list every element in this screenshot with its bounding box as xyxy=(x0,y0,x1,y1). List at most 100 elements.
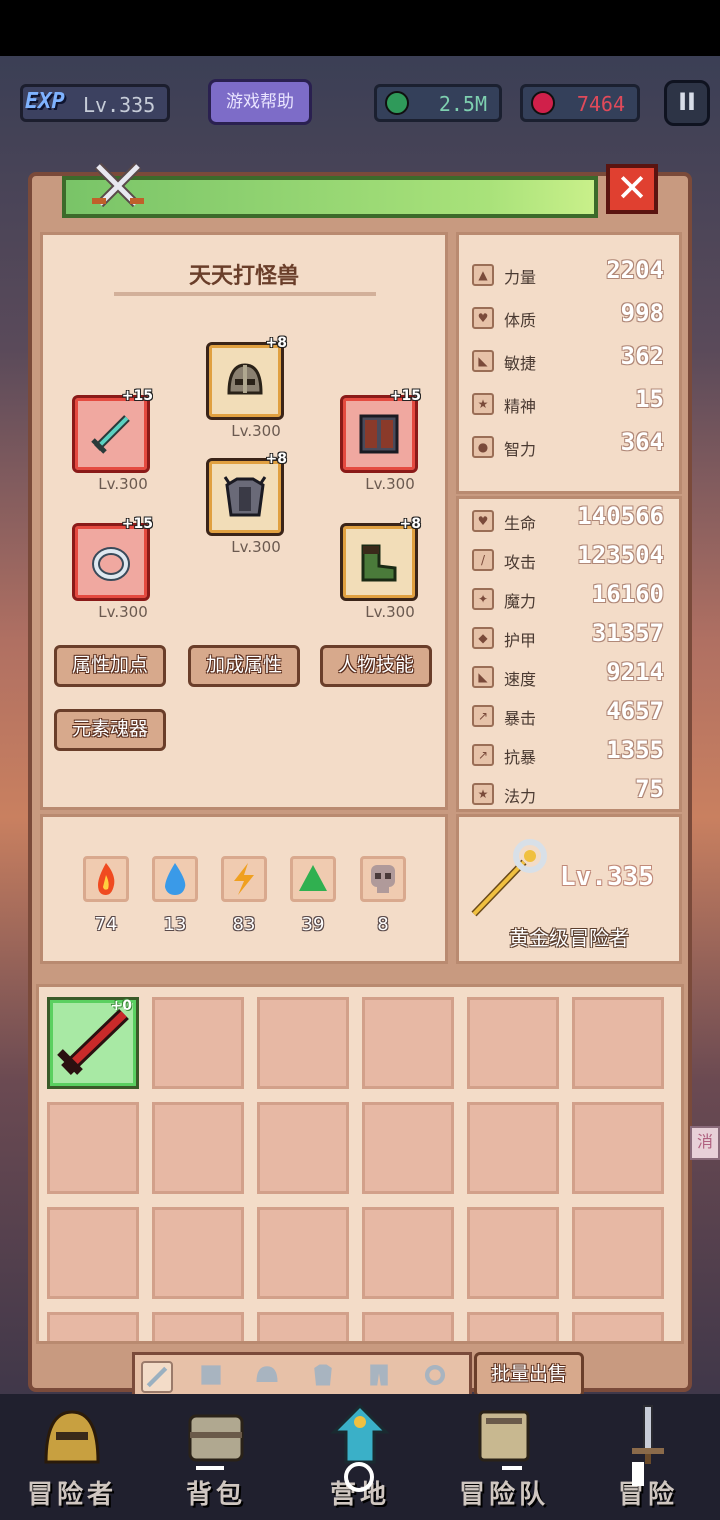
attr-row: ◣ 敏捷 362 xyxy=(472,342,664,376)
inventory-slot[interactable] xyxy=(362,1102,454,1194)
water-element[interactable] xyxy=(152,856,198,902)
tab-helmets[interactable] xyxy=(253,1361,285,1393)
dark-element[interactable] xyxy=(360,856,406,902)
ring-icon xyxy=(424,1364,446,1386)
inventory-slot[interactable] xyxy=(152,1207,244,1299)
helmet-icon xyxy=(44,1410,100,1464)
side-hint-tab[interactable]: 消 xyxy=(690,1126,720,1160)
helmet-level: Lv.300 xyxy=(231,422,281,440)
pause-button[interactable]: II xyxy=(664,80,710,126)
system-menu-button[interactable] xyxy=(196,1466,224,1470)
shield-slot[interactable]: +15 xyxy=(340,388,421,473)
nav-camp[interactable]: 营地 xyxy=(288,1394,432,1520)
shield-icon xyxy=(201,1365,221,1385)
pants-icon xyxy=(370,1364,388,1386)
inventory-slot[interactable] xyxy=(572,1102,664,1194)
inventory-slot[interactable] xyxy=(47,1207,139,1299)
inventory-slot[interactable] xyxy=(362,1312,454,1341)
sword-icon: / xyxy=(472,549,494,571)
armor-slot[interactable]: +8 xyxy=(206,451,287,536)
element-soul-button[interactable]: 元素魂器 xyxy=(54,709,166,751)
inventory-slot[interactable] xyxy=(467,1102,559,1194)
inventory-slot[interactable] xyxy=(467,1207,559,1299)
crit-resist-icon: ↗ xyxy=(472,744,494,766)
water-value: 13 xyxy=(163,914,187,935)
shield-level: Lv.300 xyxy=(365,475,415,493)
inventory-slot[interactable] xyxy=(257,1102,349,1194)
attr-row: ♥ 体质 998 xyxy=(472,299,664,333)
inventory-slot[interactable] xyxy=(47,1102,139,1194)
strength-icon: ▲ xyxy=(472,264,494,286)
stat-row: ↗ 暴击 4657 xyxy=(472,697,664,731)
game-help-button[interactable]: 游戏帮助 xyxy=(208,79,312,125)
bulk-sell-button[interactable]: 批量出售 xyxy=(474,1352,584,1398)
golden-staff-icon xyxy=(471,839,547,917)
armor-icon xyxy=(314,1364,332,1386)
inventory-slot[interactable] xyxy=(152,1102,244,1194)
class-title: 黄金级冒险者 xyxy=(509,926,629,950)
earth-icon xyxy=(299,865,327,891)
armor-enhance: +8 xyxy=(265,451,287,467)
earth-element[interactable] xyxy=(290,856,336,902)
tab-armor[interactable] xyxy=(309,1361,341,1393)
inventory-slot[interactable] xyxy=(257,1312,349,1341)
tab-weapons[interactable] xyxy=(141,1361,173,1393)
class-level: Lv.335 xyxy=(560,862,654,892)
attr-row: ● 智力 364 xyxy=(472,428,664,462)
tab-legs[interactable] xyxy=(365,1361,397,1393)
inventory-slot[interactable] xyxy=(467,997,559,1089)
ring-enhance: +15 xyxy=(121,516,153,532)
fire-element[interactable] xyxy=(83,856,129,902)
nav-adventure[interactable]: 冒险 xyxy=(576,1394,720,1520)
nav-team[interactable]: 冒险队 xyxy=(432,1394,576,1520)
nav-adventurer[interactable]: 冒险者 xyxy=(0,1394,144,1520)
bonus-attrs-button[interactable]: 加成属性 xyxy=(188,645,300,687)
gem-counter[interactable]: 2.5M xyxy=(374,84,502,122)
heart-icon: ♥ xyxy=(472,510,494,532)
lightning-value: 83 xyxy=(232,914,256,935)
close-button[interactable]: ✕ xyxy=(606,164,658,214)
inventory-slot[interactable] xyxy=(362,1207,454,1299)
weapon-slot[interactable]: +15 xyxy=(72,388,153,473)
ruby-icon xyxy=(531,91,555,115)
stat-row: ◆ 护甲 31357 xyxy=(472,619,664,653)
inventory-grid: +0 xyxy=(36,984,684,1344)
armor-level: Lv.300 xyxy=(231,538,281,556)
nav-backpack[interactable]: 背包 xyxy=(144,1394,288,1520)
attr-points-button[interactable]: 属性加点 xyxy=(54,645,166,687)
boots-enhance: +8 xyxy=(399,516,421,532)
lightning-element[interactable] xyxy=(221,856,267,902)
inventory-item-enhance: +0 xyxy=(110,998,132,1014)
inventory-slot[interactable] xyxy=(152,997,244,1089)
inventory-slot[interactable] xyxy=(257,1207,349,1299)
inventory-slot[interactable] xyxy=(47,1312,139,1341)
crit-icon: ↗ xyxy=(472,705,494,727)
stat-row: ♥ 生命 140566 xyxy=(472,502,664,536)
helmet-enhance: +8 xyxy=(265,335,287,351)
earth-value: 39 xyxy=(301,914,325,935)
system-back-button[interactable] xyxy=(502,1466,522,1470)
system-home-button[interactable] xyxy=(344,1462,374,1492)
ring-level: Lv.300 xyxy=(98,603,148,621)
inventory-slot[interactable] xyxy=(362,997,454,1089)
sword-icon xyxy=(91,415,130,454)
inventory-slot[interactable] xyxy=(257,997,349,1089)
ring-slot[interactable]: +15 xyxy=(72,516,153,601)
inventory-slot[interactable]: +0 xyxy=(47,997,139,1089)
char-skills-button[interactable]: 人物技能 xyxy=(320,645,432,687)
inventory-slot[interactable] xyxy=(572,1207,664,1299)
boots-slot[interactable]: +8 xyxy=(340,516,421,601)
inventory-slot[interactable] xyxy=(572,997,664,1089)
stat-row: ★ 法力 75 xyxy=(472,775,664,809)
water-icon xyxy=(165,863,186,895)
inventory-slot[interactable] xyxy=(152,1312,244,1341)
tab-accessories[interactable] xyxy=(421,1361,453,1393)
ruby-counter[interactable]: 7464 xyxy=(520,84,640,122)
inventory-slot[interactable] xyxy=(572,1312,664,1341)
accessibility-icon[interactable] xyxy=(632,1462,644,1486)
stat-row: / 攻击 123504 xyxy=(472,541,664,575)
helmet-slot[interactable]: +8 xyxy=(206,335,287,420)
tab-shields[interactable] xyxy=(197,1361,229,1393)
inventory-slot[interactable] xyxy=(467,1312,559,1341)
crossed-swords-icon xyxy=(92,162,144,208)
